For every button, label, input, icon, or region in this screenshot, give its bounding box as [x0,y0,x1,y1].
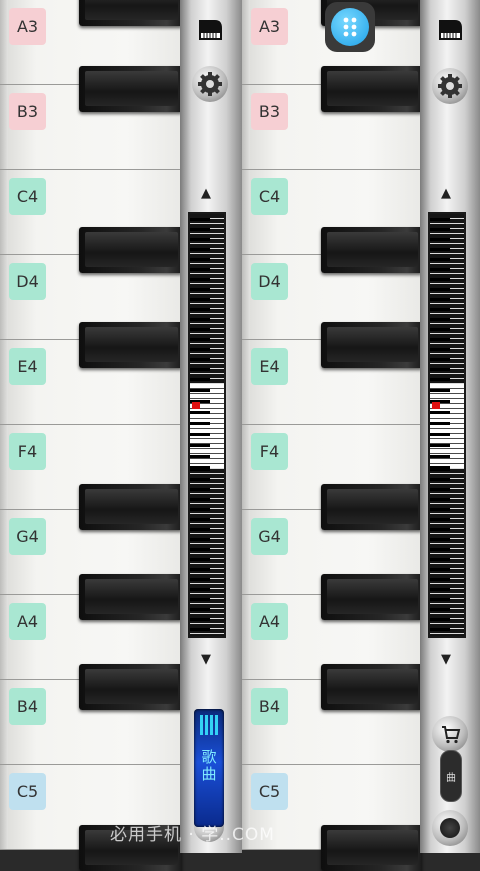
key-label: D4 [9,263,46,300]
key-label: F4 [251,433,288,470]
settings-gear-icon[interactable] [432,68,468,104]
black-key-a-sharp3[interactable] [321,66,422,112]
black-key-g-sharp4[interactable] [321,574,422,620]
key-label: B4 [9,688,46,725]
left-keyboard: A3 B3 C4 D4 E4 F4 G4 A4 B4 C5 [0,0,182,871]
songs-button[interactable]: 歌曲 [194,709,224,827]
watermark-text: 必用手机 · 学..COM [110,825,275,845]
piano-icon[interactable] [432,12,468,48]
black-key-a-sharp4[interactable] [79,664,182,710]
floating-menu-button[interactable] [325,2,375,52]
black-key-f-sharp4[interactable] [79,484,182,530]
settings-gear-icon[interactable] [192,66,228,102]
black-key-c-sharp4[interactable] [321,227,422,273]
key-label: C5 [9,773,46,810]
key-label: B3 [9,93,46,130]
middle-c-marker [432,402,440,409]
scroll-down-icon[interactable]: ▼ [441,652,451,667]
equalizer-icon [200,715,218,735]
record-icon[interactable] [432,810,468,846]
grid-dots-icon [331,8,369,46]
key-label: E4 [9,348,46,385]
black-key-c-sharp5[interactable] [321,825,422,871]
key-label: G4 [9,518,46,555]
key-label: B3 [251,93,288,130]
key-label: C5 [251,773,288,810]
black-key-c-sharp4[interactable] [79,227,182,273]
keyboard-range-slider[interactable] [428,212,466,638]
scroll-up-icon[interactable]: ▲ [201,186,211,201]
key-label: C4 [251,178,288,215]
black-key-d-sharp4[interactable] [321,322,422,368]
key-label: F4 [9,433,46,470]
keyboard-range-slider[interactable] [188,212,226,638]
shopping-cart-icon[interactable] [432,716,468,752]
key-label: D4 [251,263,288,300]
piano-icon[interactable] [192,12,228,48]
key-label: A4 [9,603,46,640]
small-toggle-button[interactable]: 曲 [440,750,462,802]
middle-c-marker [192,402,200,409]
right-keyboard: A3 B3 C4 D4 E4 F4 G4 A4 B4 C5 [242,0,422,871]
key-label: A4 [251,603,288,640]
black-key-g-sharp3[interactable] [79,0,182,26]
key-label: B4 [251,688,288,725]
black-key-g-sharp4[interactable] [79,574,182,620]
black-key-f-sharp4[interactable] [321,484,422,530]
black-key-a-sharp3[interactable] [79,66,182,112]
key-label: A3 [9,8,46,45]
visible-range-highlight [190,384,224,468]
key-label: E4 [251,348,288,385]
scroll-up-icon[interactable]: ▲ [441,186,451,201]
black-key-d-sharp4[interactable] [79,322,182,368]
visible-range-highlight [430,384,464,468]
black-key-a-sharp4[interactable] [321,664,422,710]
key-label: C4 [9,178,46,215]
songs-label: 歌曲 [199,749,218,783]
key-label: G4 [251,518,288,555]
right-control-rail: ▲ ▼ [420,0,480,853]
key-label: A3 [251,8,288,45]
scroll-down-icon[interactable]: ▼ [201,652,211,667]
